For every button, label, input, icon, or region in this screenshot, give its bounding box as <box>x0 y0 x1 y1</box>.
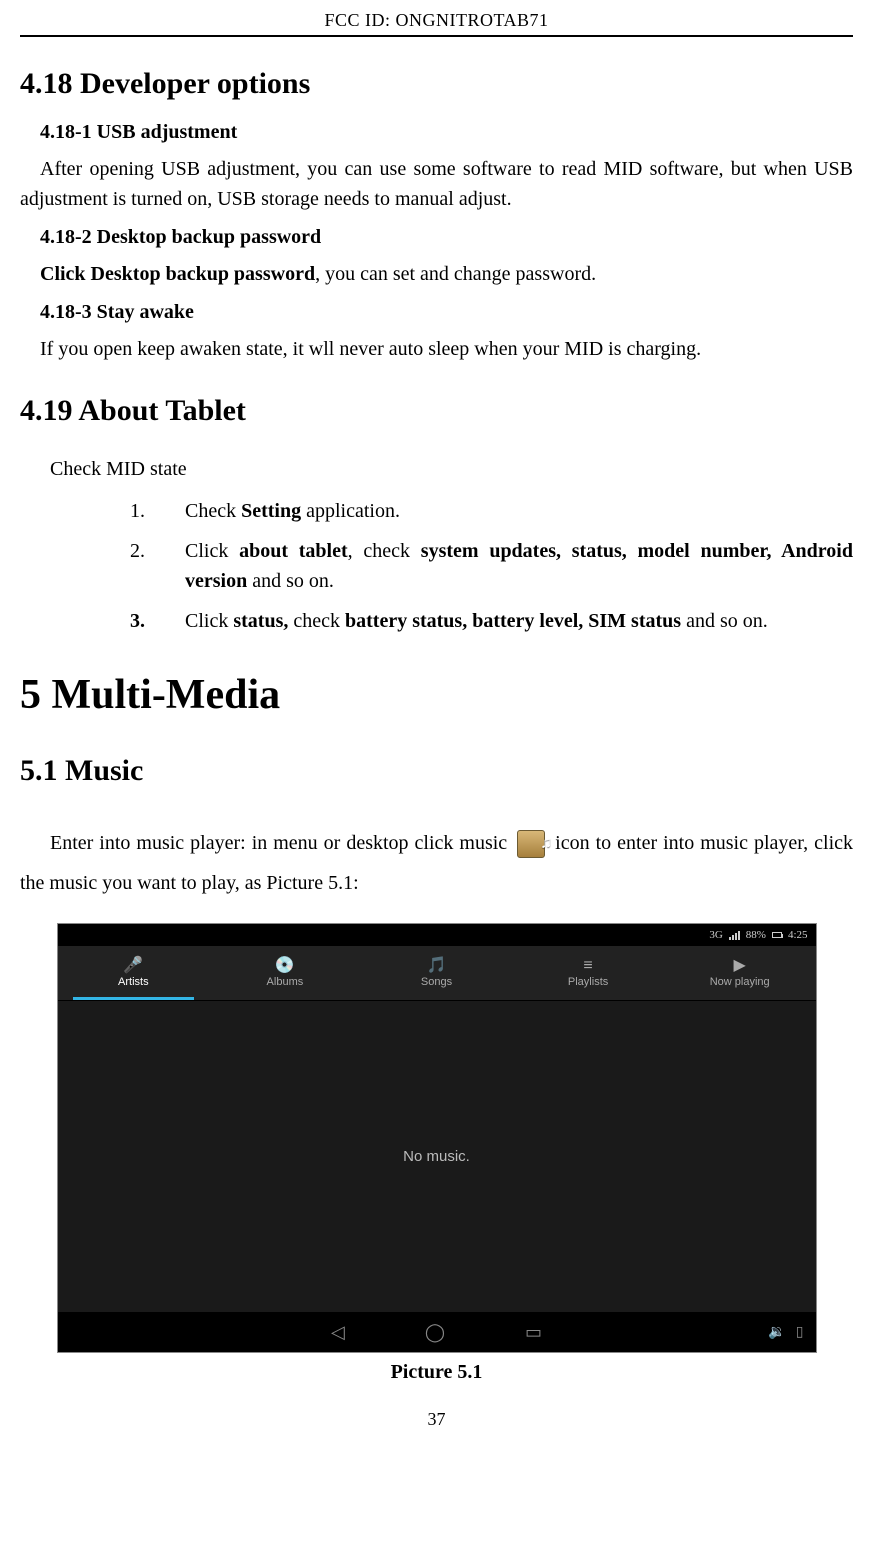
nav-volume-icon[interactable]: 🔉 <box>768 1324 785 1341</box>
step-3: 3. Click status, check battery status, b… <box>130 606 853 636</box>
albums-icon: 💿 <box>275 958 295 974</box>
text-music-intro: Enter into music player: in menu or desk… <box>20 823 853 903</box>
heading-4-18-3: 4.18-3 Stay awake <box>40 301 853 324</box>
step-3-bold1: status, <box>233 610 288 632</box>
screenshot-picture-5-1: 3G 88% 4:25 🎤 Artists 💿 Albums 🎵 Songs ≡… <box>57 923 817 1353</box>
step-3-mid1: check <box>288 610 345 632</box>
step-2-pre: Click <box>185 540 239 562</box>
picture-caption: Picture 5.1 <box>20 1361 853 1384</box>
artists-icon: 🎤 <box>123 958 143 974</box>
document-header: FCC ID: ONGNITROTAB71 <box>20 10 853 37</box>
text-check-mid: Check MID state <box>50 458 853 481</box>
text-desktop-backup: Click Desktop backup password, you can s… <box>40 259 853 289</box>
step-3-num: 3. <box>130 606 185 636</box>
music-app-icon <box>517 830 545 858</box>
tab-now-playing[interactable]: ▶ Now playing <box>664 946 816 1000</box>
nav-home-icon[interactable]: ◯ <box>425 1322 445 1343</box>
nav-screenshot-icon[interactable]: ▯ <box>796 1324 804 1341</box>
nav-back-icon[interactable]: ◁ <box>331 1322 345 1343</box>
text-usb-adjustment: After opening USB adjustment, you can us… <box>20 154 853 214</box>
step-3-mid2: and so on. <box>681 610 768 632</box>
step-3-pre: Click <box>185 610 233 632</box>
nav-bar: ◁ ◯ ▭ 🔉 ▯ <box>58 1312 816 1352</box>
step-1: 1. Check Setting application. <box>130 496 853 526</box>
step-1-bold: Setting <box>241 500 301 522</box>
text-stay-awake: If you open keep awaken state, it wll ne… <box>40 334 853 364</box>
page-number: 37 <box>20 1409 853 1430</box>
music-para-pre: Enter into music player: in menu or desk… <box>50 832 513 854</box>
nav-recent-icon[interactable]: ▭ <box>525 1322 542 1343</box>
steps-list: 1. Check Setting application. 2. Click a… <box>130 496 853 636</box>
step-2-num: 2. <box>130 536 185 596</box>
step-3-bold2: battery status, battery level, SIM statu… <box>345 610 681 632</box>
text-desktop-rest: , you can set and change password. <box>315 263 596 285</box>
status-time: 4:25 <box>788 929 808 941</box>
step-1-pre: Check <box>185 500 241 522</box>
tab-playlists-label: Playlists <box>568 976 608 988</box>
tab-songs[interactable]: 🎵 Songs <box>361 946 513 1000</box>
now-playing-icon: ▶ <box>734 958 746 974</box>
music-tabs: 🎤 Artists 💿 Albums 🎵 Songs ≡ Playlists ▶… <box>58 946 816 1001</box>
bold-click-desktop: Click Desktop backup password <box>40 263 315 285</box>
step-2-mid1: , check <box>348 540 421 562</box>
music-empty-state: No music. <box>58 1001 816 1312</box>
step-2: 2. Click about tablet, check system upda… <box>130 536 853 596</box>
tab-songs-label: Songs <box>421 976 452 988</box>
signal-icon <box>729 930 740 940</box>
heading-4-18: 4.18 Developer options <box>20 67 853 101</box>
tab-now-playing-label: Now playing <box>710 976 770 988</box>
battery-percent: 88% <box>746 929 766 941</box>
songs-icon: 🎵 <box>427 958 447 974</box>
battery-icon <box>772 932 782 938</box>
tab-albums-label: Albums <box>267 976 304 988</box>
step-2-bold1: about tablet <box>239 540 348 562</box>
heading-4-18-1: 4.18-1 USB adjustment <box>40 121 853 144</box>
step-1-tail: application. <box>301 500 400 522</box>
step-2-mid2: and so on. <box>247 570 334 592</box>
heading-5-1: 5.1 Music <box>20 754 853 788</box>
tab-playlists[interactable]: ≡ Playlists <box>512 946 664 1000</box>
tab-artists-label: Artists <box>118 976 149 988</box>
heading-chapter-5: 5 Multi-Media <box>20 671 853 719</box>
step-1-num: 1. <box>130 496 185 526</box>
playlists-icon: ≡ <box>583 958 592 974</box>
tab-artists[interactable]: 🎤 Artists <box>58 946 210 1000</box>
tab-albums[interactable]: 💿 Albums <box>209 946 361 1000</box>
heading-4-18-2: 4.18-2 Desktop backup password <box>40 226 853 249</box>
heading-4-19: 4.19 About Tablet <box>20 394 853 428</box>
network-icon: 3G <box>709 929 722 941</box>
status-bar: 3G 88% 4:25 <box>58 924 816 946</box>
